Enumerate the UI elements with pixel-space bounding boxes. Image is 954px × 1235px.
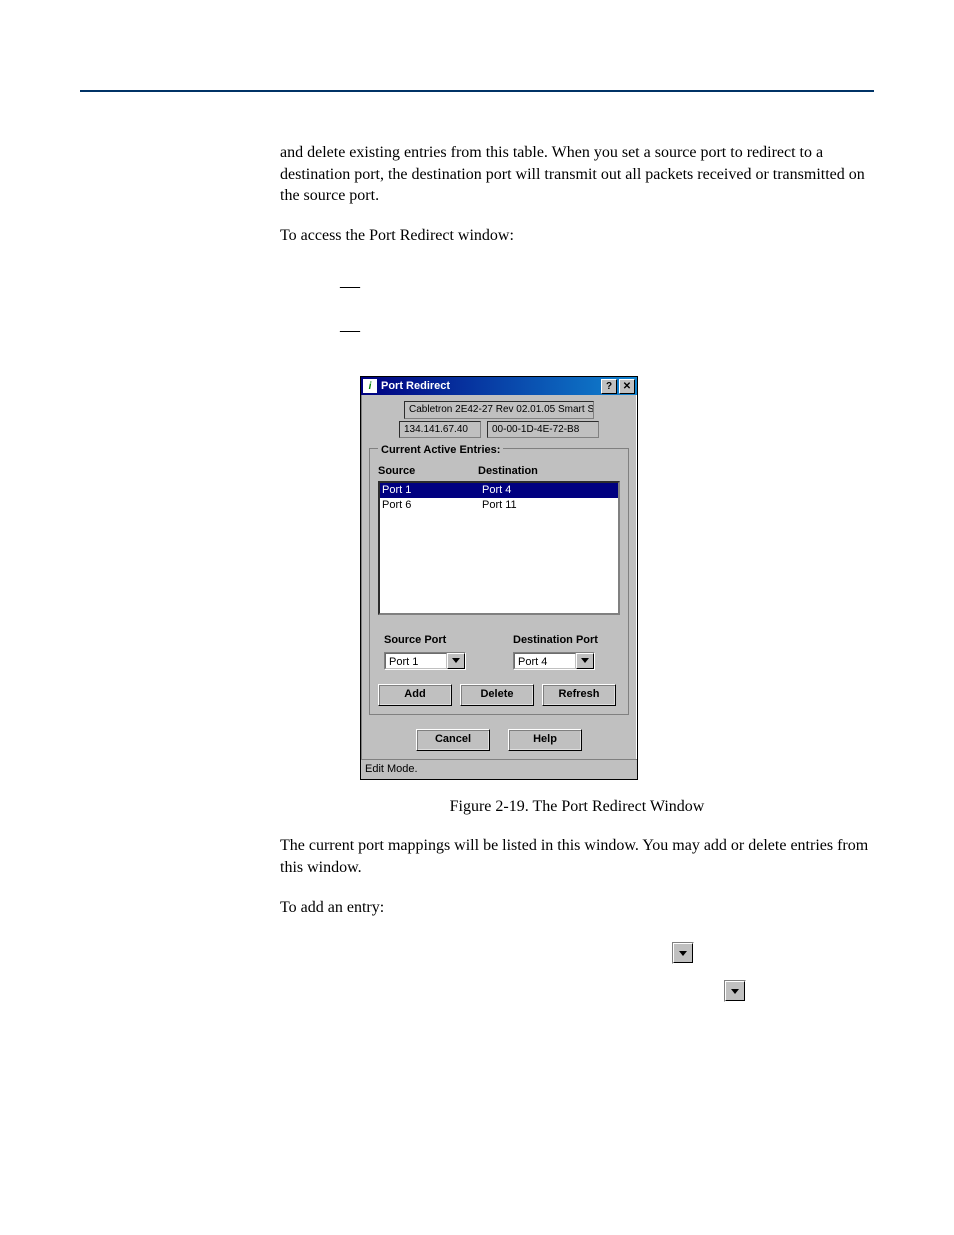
table-row[interactable]: Port 6 Port 11: [380, 498, 618, 513]
paragraph-2: To access the Port Redirect window:: [280, 225, 874, 247]
paragraph-4: To add an entry:: [280, 897, 874, 919]
destination-port-select[interactable]: Port 4: [513, 652, 595, 670]
table-row[interactable]: Port 1 Port 4: [380, 483, 618, 498]
titlebar[interactable]: i Port Redirect ? ✕: [361, 377, 637, 395]
source-port-label: Source Port: [384, 633, 485, 648]
chevron-down-icon: [731, 989, 739, 994]
col-header-destination: Destination: [478, 464, 538, 479]
delete-button[interactable]: Delete: [460, 684, 534, 706]
header-rule: [80, 90, 874, 92]
destination-port-label: Destination Port: [513, 633, 614, 648]
figure-caption: Figure 2-19. The Port Redirect Window: [280, 796, 874, 818]
paragraph-1: and delete existing entries from this ta…: [280, 142, 874, 207]
cancel-button[interactable]: Cancel: [416, 729, 490, 751]
paragraph-3: The current port mappings will be listed…: [280, 835, 874, 878]
cell-source: Port 1: [382, 483, 482, 498]
col-header-source: Source: [378, 464, 478, 479]
source-port-value: Port 1: [385, 653, 447, 669]
refresh-button[interactable]: Refresh: [542, 684, 616, 706]
ip-address-box: 134.141.67.40: [399, 421, 481, 439]
cell-destination: Port 4: [482, 483, 511, 498]
app-icon: i: [363, 379, 377, 393]
active-entries-group: Current Active Entries: Source Destinati…: [369, 448, 629, 715]
source-port-dropdown-icon[interactable]: [672, 942, 694, 964]
close-titlebar-button[interactable]: ✕: [619, 379, 635, 394]
list-dash-1: —: [340, 264, 874, 308]
destination-port-value: Port 4: [514, 653, 576, 669]
chevron-down-icon[interactable]: [576, 653, 594, 669]
mac-address-box: 00-00-1D-4E-72-B8: [487, 421, 599, 439]
status-bar: Edit Mode.: [361, 759, 637, 779]
window-title: Port Redirect: [381, 379, 450, 394]
chevron-down-icon: [679, 951, 687, 956]
entries-listbox[interactable]: Port 1 Port 4 Port 6 Port 11: [378, 481, 620, 615]
add-button[interactable]: Add: [378, 684, 452, 706]
help-titlebar-button[interactable]: ?: [601, 379, 617, 394]
source-port-select[interactable]: Port 1: [384, 652, 466, 670]
port-redirect-dialog: i Port Redirect ? ✕ Cabletron 2E42-27 Re…: [360, 376, 638, 779]
destination-port-dropdown-icon[interactable]: [724, 980, 746, 1002]
list-dash-2: —: [340, 308, 874, 352]
group-legend: Current Active Entries:: [378, 443, 503, 458]
help-button[interactable]: Help: [508, 729, 582, 751]
cell-source: Port 6: [382, 498, 482, 513]
cell-destination: Port 11: [482, 498, 517, 513]
device-info-box: Cabletron 2E42-27 Rev 02.01.05 Smart Sw: [404, 401, 594, 419]
chevron-down-icon[interactable]: [447, 653, 465, 669]
